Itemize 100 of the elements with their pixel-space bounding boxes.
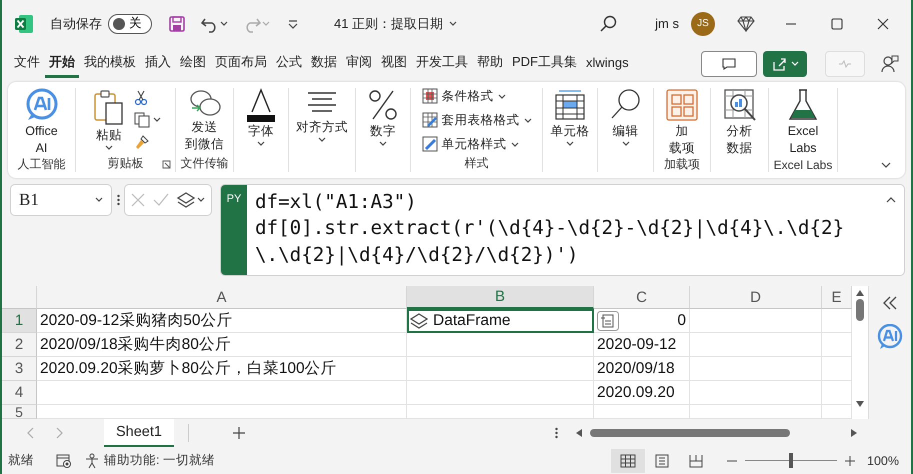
chat-bubbles-icon[interactable]	[188, 88, 222, 118]
ribbon-tab[interactable]: 文件	[10, 49, 44, 78]
ribbon-tab[interactable]: 审阅	[342, 49, 376, 78]
ribbon-tab[interactable]: 开发工具	[412, 49, 472, 78]
caret-icon[interactable]	[622, 140, 630, 146]
expand-icon[interactable]	[886, 196, 896, 203]
caret-icon[interactable]	[153, 117, 161, 122]
row-header[interactable]: 5	[2, 405, 37, 420]
macro-record-icon[interactable]	[56, 454, 72, 468]
ribbon-tab[interactable]: 视图	[377, 49, 411, 78]
ribbon-button[interactable]: 编辑	[606, 88, 644, 146]
column-header[interactable]: C	[594, 286, 690, 310]
ribbon-button[interactable]: Office AI	[22, 88, 60, 156]
autosave-toggle[interactable]: 关	[108, 14, 152, 34]
ribbon-button[interactable]: 分析 数据	[720, 88, 758, 156]
table-format-icon[interactable]	[422, 112, 438, 128]
ribbon-tab[interactable]: 数据	[307, 49, 341, 78]
scroll-left-icon[interactable]	[576, 429, 582, 438]
caret-icon[interactable]	[524, 118, 532, 123]
scroll-up-icon[interactable]	[856, 290, 864, 296]
cells-icon[interactable]	[553, 88, 587, 122]
caret-icon[interactable]	[257, 140, 265, 146]
add-sheet-icon[interactable]	[232, 427, 245, 440]
ribbon-button[interactable]: 对齐方式	[294, 88, 350, 142]
ribbon-button[interactable]: 加 载项	[663, 88, 701, 156]
ribbon-menu-button[interactable]: 条件格式	[422, 88, 532, 105]
add-ins-icon[interactable]	[665, 88, 699, 122]
scrollbar-thumb[interactable]	[590, 429, 790, 438]
caret-icon[interactable]	[197, 197, 205, 202]
more-icon[interactable]	[555, 427, 558, 440]
caret-icon[interactable]	[510, 142, 518, 147]
view-button[interactable]	[611, 448, 646, 473]
row-header[interactable]: 2	[2, 333, 37, 358]
column-header[interactable]: B	[407, 286, 594, 310]
document-title[interactable]: 41 正则：提取日期	[334, 14, 444, 33]
maximize-icon[interactable]	[831, 18, 843, 30]
analyze-data-icon[interactable]	[722, 88, 756, 122]
scrollbar-thumb[interactable]	[856, 299, 864, 322]
comments-button[interactable]	[701, 50, 757, 77]
column-header[interactable]: D	[690, 286, 822, 310]
ribbon-tab[interactable]: 插入	[141, 49, 175, 78]
scroll-right-icon[interactable]	[851, 429, 857, 438]
ribbon-tab[interactable]: 绘图	[176, 49, 210, 78]
caret-icon[interactable]	[498, 94, 506, 99]
ribbon-button[interactable]: 数字	[364, 88, 402, 146]
caret-icon[interactable]	[318, 136, 326, 142]
cell-style-icon[interactable]	[422, 136, 438, 152]
zoom-in-icon[interactable]	[845, 456, 856, 466]
caret-icon[interactable]	[95, 197, 103, 202]
share-button[interactable]	[763, 50, 807, 77]
caret-icon[interactable]	[379, 140, 387, 146]
copy-icon[interactable]	[134, 112, 150, 128]
format-painter-icon[interactable]	[134, 134, 150, 150]
close-icon[interactable]	[877, 18, 889, 30]
ribbon-button[interactable]: 发送 到微信	[183, 88, 226, 152]
ribbon-button[interactable]: 粘贴	[90, 88, 128, 150]
row-header[interactable]: 4	[2, 381, 37, 406]
caret-icon[interactable]	[105, 144, 113, 150]
column-header[interactable]: E	[822, 286, 852, 310]
collapse-pane-icon[interactable]	[882, 296, 898, 310]
accessibility-status[interactable]: 辅助功能: 一切就绪	[104, 452, 215, 470]
ribbon-tab[interactable]: 帮助	[473, 49, 507, 78]
ribbon-button[interactable]: 字体	[242, 88, 280, 146]
dialog-launcher-icon[interactable]	[162, 160, 171, 169]
zoom-level[interactable]: 100%	[867, 454, 899, 468]
diamond-icon[interactable]	[737, 16, 755, 32]
search-icon[interactable]	[599, 14, 618, 33]
ai-icon[interactable]	[24, 88, 58, 122]
flask-icon[interactable]	[786, 88, 820, 122]
ribbon-tab[interactable]: xlwings	[582, 50, 633, 77]
user-avatar[interactable]: JS	[691, 12, 715, 36]
caret-icon[interactable]	[449, 21, 458, 26]
ribbon-menu-button[interactable]: 套用表格格式	[422, 112, 532, 129]
save-icon[interactable]	[168, 14, 186, 33]
ribbon-tab[interactable]: 页面布局	[211, 49, 271, 78]
caret-icon[interactable]	[220, 21, 228, 26]
collapse-ribbon-icon[interactable]	[881, 162, 891, 168]
ribbon-button[interactable]: Excel Labs	[784, 88, 822, 156]
card-button[interactable]	[597, 311, 619, 332]
sheet-tab[interactable]: Sheet1	[104, 419, 174, 448]
accessibility-icon[interactable]	[84, 452, 100, 469]
row-header[interactable]: 3	[2, 357, 37, 382]
layers-icon[interactable]	[177, 192, 195, 208]
scroll-down-icon[interactable]	[856, 401, 864, 408]
ribbon-menu-button[interactable]: 单元格样式	[422, 136, 532, 153]
name-box[interactable]: B1	[10, 184, 112, 216]
row-header[interactable]: 1	[2, 309, 37, 334]
ribbon-tab[interactable]: 我的模板	[80, 49, 140, 78]
formula-editor[interactable]: PY df=xl("A1:A3") df[0].str.extract(r'(\d{4}-\d{2}-\d{2}|\d{4}\.\d{2} \.\d{2}|\d{4}/\d{2}/\d{2})')	[220, 184, 905, 276]
caret-icon[interactable]	[566, 140, 574, 146]
conditional-format-icon[interactable]	[422, 88, 438, 104]
scissors-icon[interactable]	[134, 90, 148, 106]
ribbon-button[interactable]: 单元格	[548, 88, 592, 146]
ribbon-tab[interactable]: PDF工具集	[508, 49, 581, 78]
person-chat-icon[interactable]	[881, 54, 899, 73]
ribbon-tab[interactable]: 公式	[272, 49, 306, 78]
font-color-icon[interactable]	[244, 88, 278, 122]
column-header[interactable]: A	[37, 286, 407, 310]
ai-icon[interactable]	[877, 324, 903, 350]
ribbon-tab[interactable]: 开始	[45, 49, 79, 78]
